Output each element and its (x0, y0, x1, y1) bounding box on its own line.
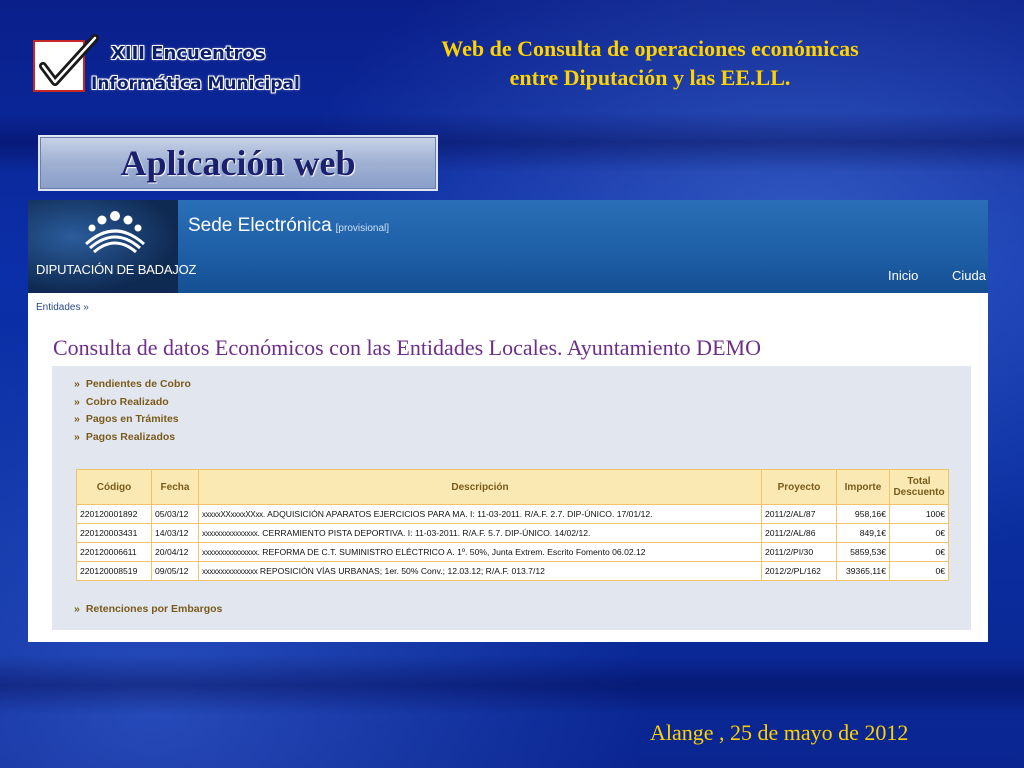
cell-codigo: 220120001892 (76, 504, 152, 524)
slide-title: Web de Consulta de operaciones económica… (340, 34, 960, 92)
cell-codigo: 220120006611 (76, 542, 152, 562)
menu-item-cobro-realizado[interactable]: » Cobro Realizado (74, 394, 191, 412)
col-importe: Importe (836, 469, 890, 505)
slide-title-line1: Web de Consulta de operaciones económica… (441, 36, 859, 61)
cell-proyecto: 2012/2/PL/162 (761, 561, 837, 581)
masked-text: xxxxxxxxxxxxxxx (202, 567, 258, 576)
col-descripcion: Descripción (198, 469, 762, 505)
menu-item-pagos-realizados[interactable]: » Pagos Realizados (74, 429, 191, 447)
table-row[interactable]: 220120008519 09/05/12 xxxxxxxxxxxxxxx RE… (76, 561, 949, 581)
masked-text: xxxxxxxxxxxxxxx (202, 529, 258, 538)
menu-marker: » (74, 395, 80, 408)
menu-item-pendientes-cobro[interactable]: » Pendientes de Cobro (74, 376, 191, 394)
logo-line1: XIII Encuentros (111, 43, 266, 64)
cell-importe: 849,1€ (836, 523, 890, 543)
cell-proyecto: 2011/2/AL/86 (761, 523, 837, 543)
cell-fecha: 20/04/12 (151, 542, 199, 562)
col-fecha: Fecha (151, 469, 199, 505)
menu-marker: » (74, 413, 80, 425)
cell-descuento: 0€ (889, 561, 949, 581)
diputacion-emblem-icon (84, 211, 146, 254)
table-row[interactable]: 220120006611 20/04/12 xxxxxxxxxxxxxxx. R… (76, 542, 949, 562)
breadcrumb[interactable]: Entidades » (36, 302, 89, 313)
table-row[interactable]: 220120003431 14/03/12 xxxxxxxxxxxxxxx. C… (76, 523, 949, 543)
cell-descuento: 0€ (889, 523, 949, 543)
menu-marker: » (74, 378, 80, 390)
description-text: REPOSICIÓN VÍAS URBANAS; 1er. 50% Conv.;… (257, 566, 545, 576)
app-screenshot: Sede Electrónica [provisional] DIPUTACIÓN… (28, 200, 988, 642)
cell-codigo: 220120008519 (76, 561, 152, 581)
background-band (0, 655, 1024, 715)
logo-line2: Informática Municipal (91, 74, 300, 94)
cell-descuento: 100€ (889, 504, 949, 524)
nav-inicio[interactable]: Inicio (888, 268, 918, 283)
page-title: Consulta de datos Económicos con las Ent… (53, 335, 761, 360)
menu-marker: » (74, 603, 80, 615)
table-header-row: Código Fecha Descripción Proyecto Import… (76, 469, 949, 505)
slide-title-line2: entre Diputación y las EE.LL. (509, 65, 791, 90)
operations-menu: » Pendientes de Cobro » Cobro Realizado » P… (74, 376, 191, 446)
masked-text: xxxxxxxxxxxxxxx (202, 548, 258, 557)
cell-importe: 39365,11€ (836, 561, 890, 581)
operations-table: Código Fecha Descripción Proyecto Import… (76, 469, 949, 581)
masked-text: xxxxxXXxxxxXXxx (202, 510, 263, 519)
menu-item-retenciones[interactable]: » Retenciones por Embargos (74, 603, 222, 615)
menu-item-label: Cobro Realizado (85, 395, 169, 408)
cell-importe: 5859,53€ (836, 542, 890, 562)
cell-proyecto: 2011/2/PI/30 (761, 542, 837, 562)
sede-provisional: [provisional] (335, 223, 390, 234)
cell-descripcion: xxxxxxxxxxxxxxx. CERRAMIENTO PISTA DEPOR… (198, 523, 762, 543)
menu-item-label: Pagos Realizados (85, 430, 176, 443)
content-panel: » Pendientes de Cobro » Cobro Realizado » P… (52, 366, 971, 630)
cell-descripcion: xxxxxxxxxxxxxxx. REFORMA DE C.T. SUMINIS… (198, 542, 762, 562)
cell-proyecto: 2011/2/AL/87 (761, 504, 837, 524)
cell-fecha: 14/03/12 (151, 523, 199, 543)
event-logo: XIII Encuentros Informática Municipal (33, 34, 303, 100)
menu-item-label: Pendientes de Cobro (85, 378, 191, 390)
description-text: . ADQUISICIÓN APARATOS EJERCICIOS PARA M… (262, 509, 653, 519)
cell-fecha: 05/03/12 (151, 504, 199, 524)
col-codigo: Código (76, 469, 152, 505)
sede-title: Sede Electrónica [provisional] (188, 215, 389, 237)
col-total-descuento: Total Descuento (889, 469, 949, 505)
cell-importe: 958,16€ (836, 504, 890, 524)
sede-header: Sede Electrónica [provisional] DIPUTACIÓN… (28, 200, 988, 293)
table-row[interactable]: 220120001892 05/03/12 xxxxxXXxxxxXXxx. A… (76, 504, 949, 524)
checkmark-icon (33, 34, 99, 92)
sede-title-text: Sede Electrónica (188, 215, 332, 236)
description-text: . CERRAMIENTO PISTA DEPORTIVA. I: 11-03-… (257, 528, 591, 538)
col-proyecto: Proyecto (761, 469, 837, 505)
nav-ciudadano[interactable]: Ciuda (952, 268, 986, 283)
menu-item-label: Retenciones por Embargos (85, 603, 223, 615)
menu-marker: » (74, 430, 80, 443)
menu-item-label: Pagos en Trámites (85, 413, 179, 425)
cell-codigo: 220120003431 (76, 523, 152, 543)
cell-descuento: 0€ (889, 542, 949, 562)
cell-descripcion: xxxxxxxxxxxxxxx REPOSICIÓN VÍAS URBANAS;… (198, 561, 762, 581)
cell-fecha: 09/05/12 (151, 561, 199, 581)
description-text: . REFORMA DE C.T. SUMINISTRO ELÉCTRICO A… (257, 547, 646, 557)
section-label: Aplicación web (38, 135, 438, 191)
footer-date: Alange , 25 de mayo de 2012 (650, 720, 909, 745)
org-name: DIPUTACIÓN DE BADAJOZ (36, 262, 197, 277)
menu-item-pagos-tramites[interactable]: » Pagos en Trámites (74, 411, 191, 429)
cell-descripcion: xxxxxXXxxxxXXxx. ADQUISICIÓN APARATOS EJ… (198, 504, 762, 524)
